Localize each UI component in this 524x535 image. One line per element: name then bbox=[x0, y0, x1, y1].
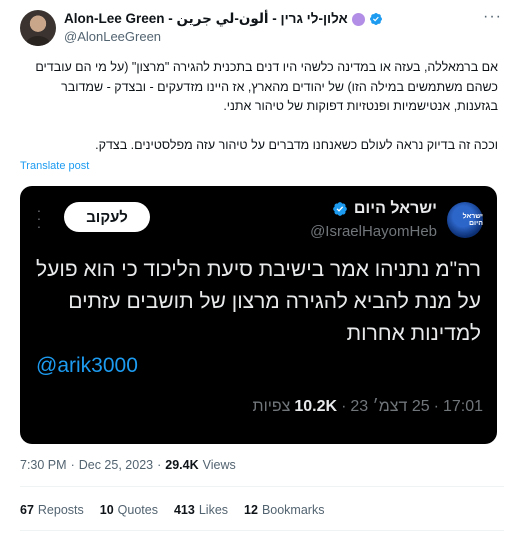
post-paragraph-1: אם ברמאללה, בעזה או במדינה כלשהי היו דני… bbox=[35, 60, 498, 113]
quotes-label: Quotes bbox=[117, 503, 158, 517]
reposts-label: Reposts bbox=[37, 503, 84, 517]
follow-button[interactable]: לעקוב bbox=[64, 202, 150, 232]
profile-badge-icon bbox=[351, 12, 365, 26]
likes-label: Likes bbox=[198, 503, 229, 517]
quoted-time: 17:01 bbox=[442, 398, 483, 415]
post-timestamp-row: 7:30 PM · Dec 25, 2023 · 29.4K Views bbox=[20, 458, 236, 472]
bookmarks-count: 12 bbox=[244, 503, 258, 517]
quoted-author-avatar[interactable]: ישראל היום bbox=[447, 202, 483, 238]
separator: · bbox=[70, 458, 75, 472]
post-text: אם ברמאללה, בעזה או במדינה כלשהי היו דני… bbox=[20, 58, 498, 155]
logo-text: ישראל היום bbox=[462, 213, 483, 227]
more-vertical-icon[interactable]: · · · bbox=[36, 203, 42, 233]
author-handle[interactable]: @AlonLeeGreen bbox=[64, 29, 161, 44]
divider bbox=[20, 530, 504, 531]
views-label: Views bbox=[202, 458, 236, 472]
bookmarks-label: Bookmarks bbox=[261, 503, 325, 517]
likes-stat[interactable]: 413 Likes bbox=[174, 503, 228, 517]
divider bbox=[20, 486, 504, 487]
reposts-stat[interactable]: 67 Reposts bbox=[20, 503, 84, 517]
author-avatar[interactable] bbox=[20, 10, 56, 46]
separator: · bbox=[157, 458, 162, 472]
author-name-row: Alon-Lee Green - אלון-לי גרין - ألون-لي … bbox=[64, 10, 383, 28]
quotes-count: 10 bbox=[99, 503, 114, 517]
quoted-views-label: צפיות bbox=[252, 398, 291, 415]
quoted-post-text: רה"מ נתניהו אמר בישיבת סיעת הליכוד כי הו… bbox=[36, 258, 481, 345]
likes-count: 413 bbox=[173, 503, 195, 517]
author-display-name[interactable]: Alon-Lee Green - אלון-לי גרין - ألون-لي … bbox=[64, 11, 348, 27]
post-paragraph-2: וככה זה בדיוק נראה לעולם כשאנחנו מדברים … bbox=[95, 137, 498, 152]
reposts-count: 67 bbox=[20, 503, 34, 517]
views-count: 29.4K bbox=[165, 458, 199, 472]
quoted-author-name[interactable]: ישראל היום bbox=[354, 200, 437, 218]
quoted-author-name-row: ישראל היום bbox=[332, 200, 437, 218]
post-time[interactable]: 7:30 PM bbox=[20, 458, 67, 472]
quoted-post-meta: 17:01 · 25 דצמ׳ 23 · 10.2K צפיות bbox=[253, 398, 483, 416]
verified-badge-icon bbox=[333, 202, 347, 216]
quoted-date: 25 דצמ׳ 23 bbox=[350, 398, 430, 415]
separator: · bbox=[433, 398, 439, 415]
quotes-stat[interactable]: 10 Quotes bbox=[100, 503, 158, 517]
post-header: Alon-Lee Green - אלון-לי גרין - ألون-لي … bbox=[20, 8, 504, 48]
quoted-mention-link[interactable]: @arik3000 bbox=[36, 354, 138, 378]
engagement-stats: 67 Reposts 10 Quotes 413 Likes 12 Bookma… bbox=[20, 503, 324, 517]
quoted-author-handle[interactable]: @IsraelHayomHeb bbox=[310, 223, 437, 240]
quoted-post-card[interactable]: ישראל היום ישראל היום @IsraelHayomHeb לע… bbox=[20, 186, 497, 444]
separator: · bbox=[341, 398, 347, 415]
translate-post-link[interactable]: Translate post bbox=[20, 160, 89, 172]
post-date[interactable]: Dec 25, 2023 bbox=[79, 458, 153, 472]
more-options-icon[interactable]: ··· bbox=[483, 8, 502, 26]
quoted-views-count: 10.2K bbox=[294, 398, 338, 415]
bookmarks-stat[interactable]: 12 Bookmarks bbox=[244, 503, 324, 517]
verified-badge-icon bbox=[369, 13, 382, 25]
